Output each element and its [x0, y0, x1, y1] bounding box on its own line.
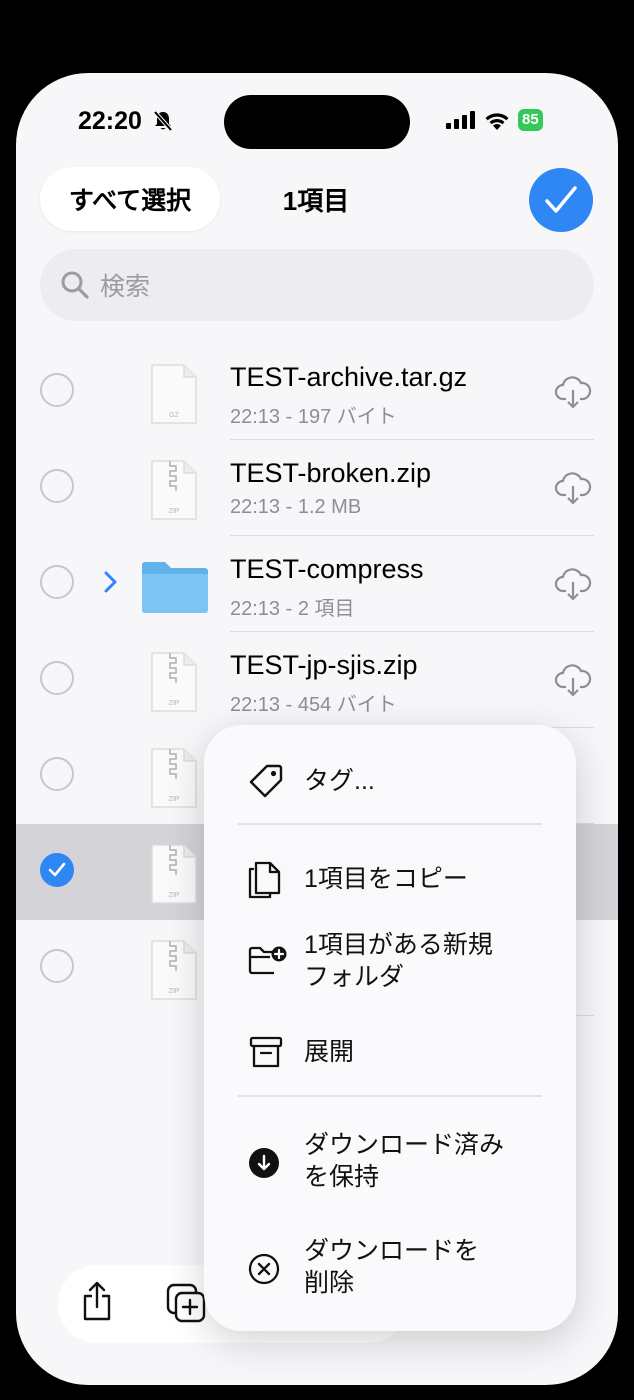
folder-row[interactable]: TEST-compress 22:13 - 2 項目: [16, 536, 618, 632]
selection-circle-checked[interactable]: [40, 853, 74, 887]
file-row[interactable]: ZIP TEST-broken.zip 22:13 - 1.2 MB: [16, 440, 618, 536]
cloud-download-icon[interactable]: [554, 566, 592, 602]
folder-meta: 22:13 - 2 項目: [230, 598, 355, 620]
menu-item-label: 1項目をコピー: [304, 865, 468, 893]
folder-icon: [142, 562, 208, 613]
gz-file-icon: GZ: [151, 364, 197, 424]
selection-circle[interactable]: [40, 373, 74, 407]
menu-item-label-line2: フォルダ: [304, 963, 405, 991]
cloud-download-icon[interactable]: [554, 662, 592, 698]
selection-count-title: 1項目: [282, 186, 350, 216]
zip-file-icon: ZIP: [151, 940, 197, 1000]
xmark-circle-icon: [248, 1253, 280, 1285]
search-placeholder: 検索: [100, 273, 151, 301]
selection-circle[interactable]: [40, 661, 74, 695]
menu-item-label-line2: を保持: [304, 1163, 380, 1191]
battery-indicator: 85: [518, 109, 543, 131]
file-name: TEST-broken.zip: [230, 458, 432, 488]
menu-item-new-folder[interactable]: 1項目がある新規 フォルダ: [204, 925, 576, 1005]
phone-screen: 22:20 85 すべて選択 1項目 検索 GZ TEST-archive.ta…: [16, 73, 618, 1385]
duplicate-icon[interactable]: [166, 1283, 208, 1323]
menu-item-label: 展開: [304, 1038, 355, 1066]
menu-item-label-line1: 1項目がある新規: [304, 931, 493, 959]
file-row[interactable]: GZ TEST-archive.tar.gz 22:13 - 197 バイト: [16, 344, 618, 440]
menu-item-keep-downloaded[interactable]: ダウンロード済み を保持: [204, 1125, 576, 1205]
folder-add-icon: [248, 946, 287, 975]
search-icon: [61, 271, 89, 299]
file-row[interactable]: ZIP TEST-jp-sjis.zip 22:13 - 454 バイト: [16, 632, 618, 728]
tag-icon: [249, 764, 283, 798]
menu-item-tags[interactable]: タグ...: [204, 755, 576, 809]
zip-file-icon: ZIP: [151, 460, 197, 520]
doc-type-label: ZIP: [169, 796, 180, 803]
signal-icon: [446, 111, 475, 129]
doc-type-label: ZIP: [169, 988, 180, 995]
bell-slash-icon: [153, 110, 173, 132]
menu-item-label-line1: ダウンロード済み: [304, 1131, 505, 1159]
selection-circle[interactable]: [40, 565, 74, 599]
cloud-download-icon[interactable]: [554, 470, 592, 506]
doc-type-label: GZ: [169, 412, 179, 419]
zip-file-icon: ZIP: [151, 652, 197, 712]
menu-divider: [238, 823, 542, 825]
file-name: TEST-archive.tar.gz: [230, 362, 468, 392]
doc-type-label: ZIP: [169, 892, 180, 899]
folder-name: TEST-compress: [230, 554, 424, 584]
chevron-right-icon[interactable]: [104, 570, 118, 594]
checkmark-icon: [48, 862, 66, 877]
context-menu: タグ... 1項目をコピー 1項目がある新規 フォルダ 展開 ダウンロード済み …: [204, 725, 576, 1331]
search-field[interactable]: 検索: [40, 249, 594, 321]
selection-circle[interactable]: [40, 757, 74, 791]
doc-type-label: ZIP: [169, 700, 180, 707]
selection-circle[interactable]: [40, 949, 74, 983]
zip-file-icon: ZIP: [151, 748, 197, 808]
menu-item-label-line2: 削除: [304, 1269, 355, 1297]
file-name: TEST-jp-sjis.zip: [230, 650, 418, 680]
share-icon[interactable]: [80, 1281, 114, 1321]
menu-item-label-line1: ダウンロードを: [304, 1237, 480, 1265]
done-button[interactable]: [529, 168, 593, 232]
zip-file-icon: ZIP: [151, 844, 197, 904]
menu-item-label: タグ...: [304, 767, 375, 795]
file-meta: 22:13 - 197 バイト: [230, 406, 397, 428]
menu-item-expand[interactable]: 展開: [204, 1025, 576, 1079]
archivebox-icon: [249, 1036, 283, 1068]
dynamic-island: [224, 95, 410, 149]
menu-item-remove-download[interactable]: ダウンロードを 削除: [204, 1231, 576, 1311]
menu-item-copy[interactable]: 1項目をコピー: [204, 853, 576, 907]
checkmark-icon: [545, 186, 577, 213]
doc-type-label: ZIP: [169, 508, 180, 515]
select-all-button[interactable]: すべて選択: [40, 167, 220, 231]
file-meta: 22:13 - 1.2 MB: [230, 496, 362, 518]
cloud-download-icon[interactable]: [554, 374, 592, 410]
wifi-icon: [485, 112, 509, 130]
selection-circle[interactable]: [40, 469, 74, 503]
copy-document-icon: [248, 861, 281, 899]
status-time: 22:20: [78, 107, 142, 135]
menu-divider: [238, 1095, 542, 1097]
file-meta: 22:13 - 454 バイト: [230, 694, 397, 716]
arrow-down-circle-fill-icon: [249, 1148, 279, 1178]
